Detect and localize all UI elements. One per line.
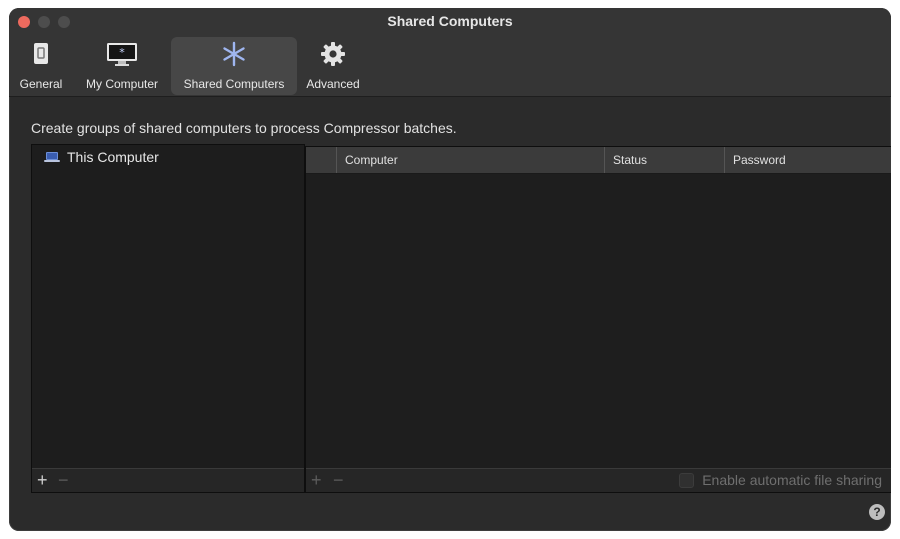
tab-my-computer-label: My Computer [85, 77, 159, 91]
add-group-button[interactable]: + [37, 469, 48, 492]
computers-bottom-bar: + − Enable automatic file sharing [306, 468, 891, 492]
remove-computer-button[interactable]: − [333, 469, 344, 492]
tab-advanced-label: Advanced [306, 77, 360, 91]
tab-shared-computers-label: Shared Computers [183, 77, 285, 91]
gear-icon [321, 42, 345, 66]
tab-advanced[interactable]: Advanced [301, 37, 365, 95]
column-header-computer[interactable]: Computer [336, 147, 604, 173]
svg-text:*: * [119, 46, 125, 59]
add-computer-button[interactable]: + [311, 469, 322, 492]
list-item-this-computer[interactable]: This Computer [44, 149, 159, 165]
tab-general[interactable]: General [15, 37, 67, 95]
remove-group-button[interactable]: − [58, 469, 69, 492]
computers-table[interactable]: Computer Status Password + − Enable auto… [305, 146, 891, 493]
file-sharing-option[interactable]: Enable automatic file sharing [679, 472, 882, 488]
table-header: Computer Status Password [306, 147, 891, 174]
switch-icon [34, 43, 48, 64]
laptop-icon [44, 152, 60, 162]
asterisk-network-icon [223, 41, 245, 67]
tab-general-label: General [19, 77, 63, 91]
file-sharing-checkbox[interactable] [679, 472, 695, 488]
tab-shared-computers[interactable]: Shared Computers [171, 37, 297, 95]
title-bar: Shared Computers General * My Computer S… [9, 8, 891, 97]
column-header-status[interactable]: Status [604, 147, 724, 173]
description-text: Create groups of shared computers to pro… [31, 120, 457, 136]
help-button[interactable]: ? [869, 504, 885, 520]
tab-my-computer[interactable]: * My Computer [79, 37, 165, 95]
groups-list[interactable]: This Computer + − [31, 144, 305, 493]
window-title: Shared Computers [387, 13, 513, 29]
file-sharing-label: Enable automatic file sharing [702, 472, 882, 488]
groups-bottom-bar: + − [32, 468, 304, 492]
list-item-label: This Computer [67, 149, 159, 165]
column-header-password[interactable]: Password [724, 147, 891, 173]
monitor-icon: * [107, 43, 137, 66]
column-header-select[interactable] [306, 147, 336, 173]
preferences-window: Shared Computers General * My Computer S… [9, 8, 891, 531]
